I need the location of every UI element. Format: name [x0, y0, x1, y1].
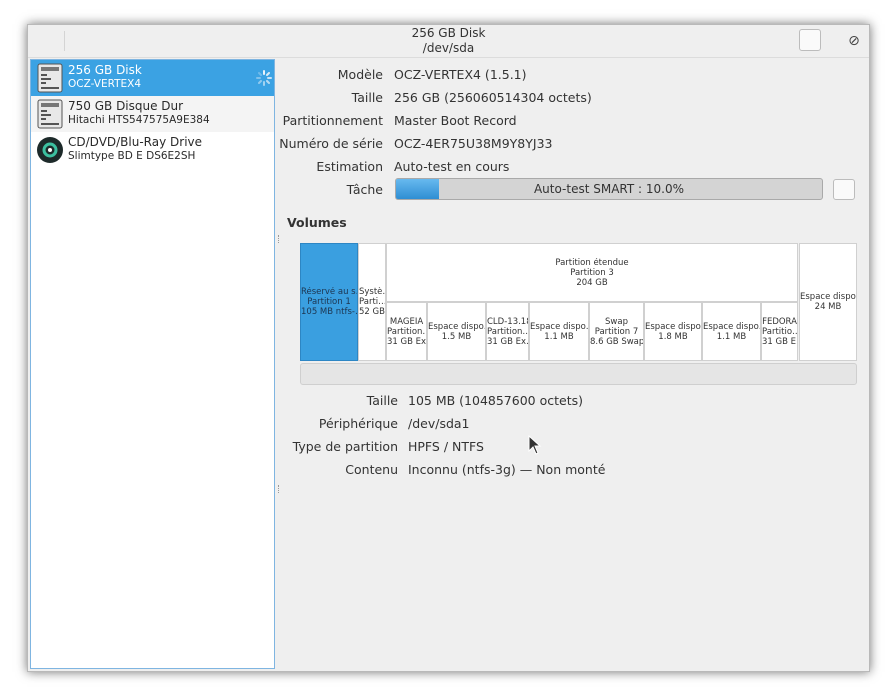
cancel-task-button[interactable]	[833, 179, 855, 200]
volume-actions-bar	[300, 363, 857, 385]
volume-label: CLD-13.18	[487, 316, 528, 327]
value-volume-size: 105 MB (104857600 octets)	[408, 393, 583, 408]
volume-label: Partition 7	[594, 326, 639, 337]
device-item-optical-drive[interactable]: CD/DVD/Blu-Ray Drive Slimtype BD E DS6E2…	[31, 132, 274, 168]
label-device: Périphérique	[318, 416, 398, 431]
device-item-256gb-disk[interactable]: 256 GB Disk OCZ-VERTEX4	[31, 60, 274, 96]
device-model: Hitachi HTS547575A9E384	[68, 114, 210, 126]
volume-free-space-end[interactable]: Espace dispo… 24 MB	[799, 243, 857, 361]
hard-disk-icon	[37, 63, 63, 93]
value-device: /dev/sda1	[408, 416, 470, 431]
volume-label: 31 GB Ex…	[487, 336, 528, 347]
volume-free-space[interactable]: Espace dispo… 1.1 MB	[529, 302, 589, 361]
volume-logical-cld[interactable]: CLD-13.18 Partition… 31 GB Ex…	[486, 302, 529, 361]
value-model: OCZ-VERTEX4 (1.5.1)	[394, 67, 527, 82]
device-name: 256 GB Disk	[68, 63, 142, 77]
label-task: Tâche	[346, 182, 383, 197]
window-title: 256 GB Disk	[411, 26, 486, 40]
volume-label: 31 GB E…	[762, 336, 797, 347]
volume-label: 1.1 MB	[544, 331, 574, 342]
label-partition-type: Type de partition	[292, 439, 398, 454]
volume-label: Réservé au s…	[301, 287, 357, 297]
disk-details-pane: Modèle OCZ-VERTEX4 (1.5.1) Taille 256 GB…	[278, 59, 868, 669]
volume-logical-fedora[interactable]: FEDORA Partitio… 31 GB E…	[761, 302, 798, 361]
volume-label: MAGEIA	[389, 316, 424, 327]
hard-disk-icon	[37, 99, 63, 129]
value-serial: OCZ-4ER75U38M9Y8YJ33	[394, 136, 553, 151]
volume-label: Partition étendue	[555, 257, 629, 268]
volume-label: Parti…	[359, 297, 385, 307]
volume-logical-mageia[interactable]: MAGEIA Partition… 31 GB Ex…	[386, 302, 427, 361]
optical-drive-icon	[37, 137, 63, 163]
volume-label: Partition…	[487, 326, 528, 337]
label-partitioning: Partitionnement	[282, 113, 383, 128]
label-assessment: Estimation	[316, 159, 383, 174]
value-assessment: Auto-test en cours	[394, 159, 510, 174]
titlebar: 256 GB Disk /dev/sda ⊘	[28, 25, 869, 58]
disks-window: 256 GB Disk /dev/sda ⊘ 256 GB Disk OCZ-V…	[27, 24, 870, 672]
device-model: Slimtype BD E DS6E2SH	[68, 150, 196, 162]
volume-label: Partition 3	[570, 267, 614, 278]
volume-label: Espace dispo…	[428, 321, 485, 332]
label-model: Modèle	[337, 67, 383, 82]
device-name: 750 GB Disque Dur	[68, 99, 184, 113]
value-contents: Inconnu (ntfs-3g) — Non monté	[408, 462, 606, 477]
volume-label: 1.8 MB	[658, 331, 688, 342]
label-volume-size: Taille	[366, 393, 398, 408]
volume-extended-partition[interactable]: Partition étendue Partition 3 204 GB	[386, 243, 798, 302]
task-progress-bar: Auto-test SMART : 10.0%	[395, 178, 823, 200]
device-list: 256 GB Disk OCZ-VERTEX4 750 GB Disque Du…	[30, 59, 275, 669]
volume-label: 24 MB	[814, 302, 842, 312]
volume-label: Espace dispo…	[800, 292, 856, 302]
volume-label: 1.5 MB	[441, 331, 472, 342]
volume-label: 31 GB Ex…	[387, 336, 426, 347]
value-partitioning: Master Boot Record	[394, 113, 517, 128]
volume-label: Espace dispo…	[530, 321, 588, 332]
volume-partition-2[interactable]: Systè… Parti… 52 GB…	[358, 243, 386, 361]
volume-label: Partition…	[387, 326, 426, 337]
volume-label: 204 GB	[576, 277, 608, 288]
value-size: 256 GB (256060514304 octets)	[394, 90, 592, 105]
volume-free-space[interactable]: Espace dispo… 1.8 MB	[644, 302, 702, 361]
volume-label: Espace dispo…	[645, 321, 701, 332]
device-model: OCZ-VERTEX4	[68, 78, 142, 90]
volume-label: Systè…	[359, 287, 385, 297]
volumes-heading: Volumes	[287, 215, 347, 230]
mouse-pointer-icon	[528, 435, 542, 455]
volume-label: 52 GB…	[359, 307, 385, 317]
value-partition-type: HPFS / NTFS	[408, 439, 484, 454]
menu-button[interactable]	[799, 29, 821, 51]
volume-label: Swap	[605, 316, 628, 327]
spinner-icon	[256, 70, 272, 86]
volumes-map: Réservé au s… Partition 1 105 MB ntfs-… …	[300, 243, 858, 361]
window-subtitle: /dev/sda	[422, 41, 475, 55]
volume-logical-swap[interactable]: Swap Partition 7 8.6 GB Swap	[589, 302, 644, 361]
volume-partition-1[interactable]: Réservé au s… Partition 1 105 MB ntfs-…	[300, 243, 358, 361]
label-contents: Contenu	[345, 462, 398, 477]
device-name: CD/DVD/Blu-Ray Drive	[68, 135, 203, 149]
volume-label: Partitio…	[762, 326, 797, 337]
volume-free-space[interactable]: Espace dispo… 1.5 MB	[427, 302, 486, 361]
close-icon[interactable]: ⊘	[845, 32, 863, 50]
volume-label: Espace dispo…	[703, 321, 760, 332]
volume-label: 1.1 MB	[716, 331, 747, 342]
label-serial: Numéro de série	[279, 136, 383, 151]
volume-label: 8.6 GB Swap	[590, 336, 643, 347]
device-item-750gb-disk[interactable]: 750 GB Disque Dur Hitachi HTS547575A9E38…	[31, 96, 274, 132]
volume-label: Partition 1	[307, 297, 351, 307]
volume-label: FEDORA	[762, 316, 797, 327]
volume-label: 105 MB ntfs-…	[301, 307, 357, 317]
volume-free-space[interactable]: Espace dispo… 1.1 MB	[702, 302, 761, 361]
task-progress-text: Auto-test SMART : 10.0%	[533, 182, 685, 196]
label-size: Taille	[351, 90, 383, 105]
